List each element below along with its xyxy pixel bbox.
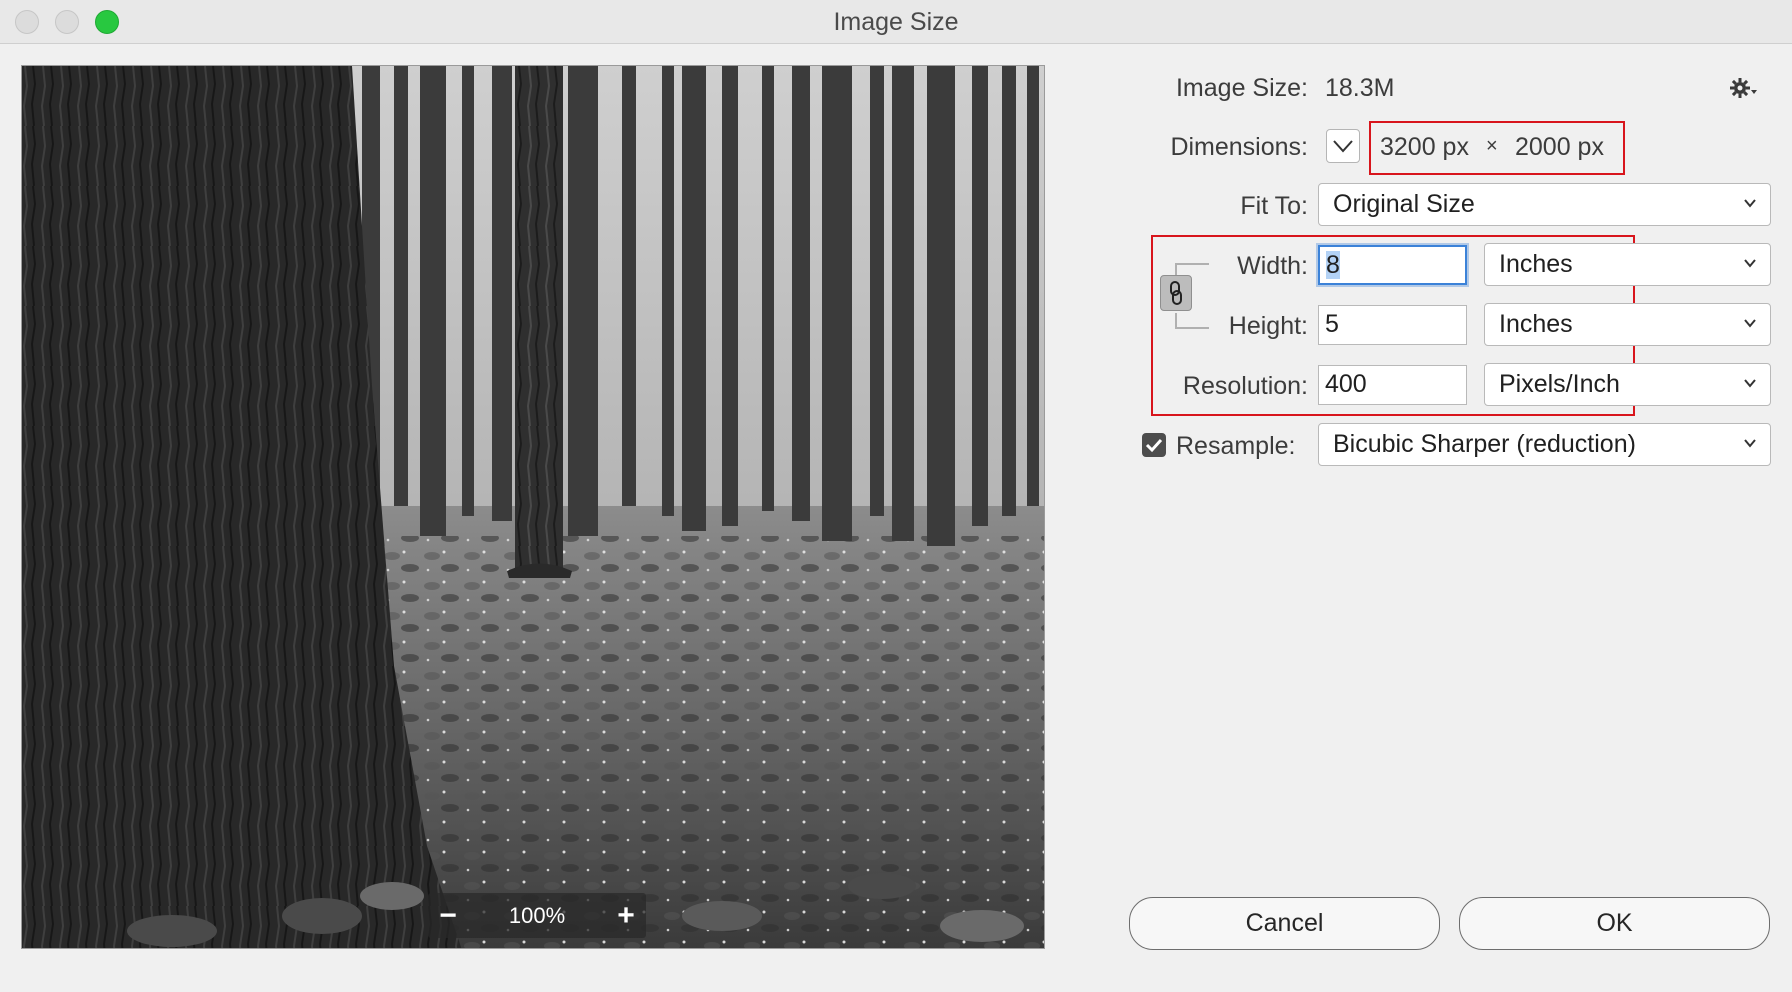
width-unit-value: Inches <box>1499 250 1573 278</box>
height-input[interactable]: 5 <box>1318 305 1467 345</box>
resolution-input-value: 400 <box>1325 370 1367 398</box>
dimensions-times-sign: × <box>1486 135 1498 157</box>
width-unit-select[interactable]: Inches <box>1484 243 1771 286</box>
fit-to-value: Original Size <box>1333 190 1475 218</box>
resample-checkbox[interactable] <box>1142 433 1166 457</box>
fit-to-label: Fit To: <box>1240 192 1308 220</box>
dimensions-units-dropdown[interactable] <box>1326 129 1360 163</box>
zoom-out-button[interactable]: − <box>428 893 468 938</box>
image-preview[interactable] <box>21 65 1045 949</box>
gear-icon[interactable] <box>1728 74 1758 104</box>
ok-button[interactable]: OK <box>1459 897 1770 950</box>
chain-link-icon <box>1170 281 1182 305</box>
dimensions-label: Dimensions: <box>1170 133 1308 161</box>
resample-label: Resample: <box>1176 432 1296 460</box>
resolution-input[interactable]: 400 <box>1318 365 1467 405</box>
chevron-down-icon <box>1744 199 1756 208</box>
zoom-in-button[interactable]: + <box>606 893 646 938</box>
dimensions-height-value: 2000 px <box>1515 133 1604 161</box>
cancel-button[interactable]: Cancel <box>1129 897 1440 950</box>
height-input-value: 5 <box>1325 310 1339 338</box>
resolution-unit-value: Pixels/Inch <box>1499 370 1620 398</box>
height-unit-select[interactable]: Inches <box>1484 303 1771 346</box>
width-label: Width: <box>1237 252 1308 280</box>
zoom-level: 100% <box>508 903 566 928</box>
resample-method-select[interactable]: Bicubic Sharper (reduction) <box>1318 423 1771 466</box>
width-input-value: 8 <box>1326 251 1340 279</box>
resample-method-value: Bicubic Sharper (reduction) <box>1333 430 1636 458</box>
width-input[interactable]: 8 <box>1318 245 1467 285</box>
dimensions-width-value: 3200 px <box>1380 133 1469 161</box>
chevron-down-icon <box>1744 379 1756 388</box>
image-size-value: 18.3M <box>1325 74 1395 102</box>
image-size-label: Image Size: <box>1175 74 1308 102</box>
resolution-label: Resolution: <box>1182 372 1308 400</box>
fit-to-select[interactable]: Original Size <box>1318 183 1771 226</box>
window-title: Image Size <box>833 8 959 36</box>
constrain-proportions-button[interactable] <box>1160 275 1192 311</box>
chevron-down-icon <box>1744 439 1756 448</box>
height-label: Height: <box>1228 312 1308 340</box>
zoom-control: − 100% + <box>428 893 646 938</box>
resolution-unit-select[interactable]: Pixels/Inch <box>1484 363 1771 406</box>
chevron-down-icon <box>1744 319 1756 328</box>
chevron-down-icon <box>1333 140 1353 153</box>
checkmark-icon <box>1145 438 1163 453</box>
height-unit-value: Inches <box>1499 310 1573 338</box>
chevron-down-icon <box>1744 259 1756 268</box>
